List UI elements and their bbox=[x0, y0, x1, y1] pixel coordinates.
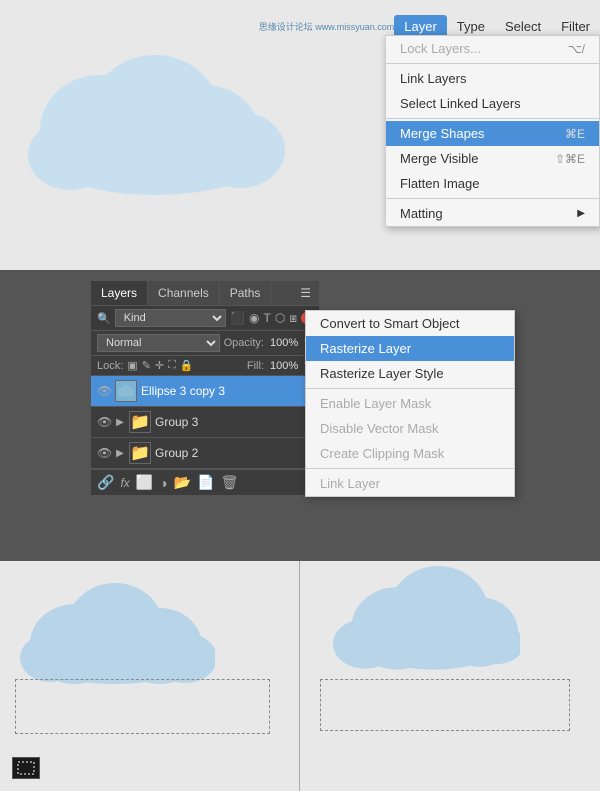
filter-pixel-icon[interactable]: ⬛ bbox=[230, 311, 245, 325]
layer-name-group2: Group 2 bbox=[155, 446, 313, 460]
lock-all-icon[interactable]: 🔒 bbox=[180, 359, 194, 372]
search-icon: 🔍 bbox=[97, 312, 111, 325]
lock-label: Lock: bbox=[97, 360, 123, 372]
menu-select-linked-layers[interactable]: Select Linked Layers bbox=[386, 91, 599, 116]
layers-search-row: 🔍 Kind ⬛ ◉ T ⬡ ⧆ bbox=[91, 306, 319, 331]
menu-lock-layers[interactable]: Lock Layers... ⌥/ bbox=[386, 36, 599, 61]
selection-tool-icon[interactable] bbox=[12, 757, 40, 779]
lock-transparent-icon[interactable]: ▣ bbox=[127, 359, 137, 372]
filter-adjustment-icon[interactable]: ◉ bbox=[249, 311, 259, 325]
layers-panel-menu-icon[interactable]: ☰ bbox=[292, 281, 319, 305]
tab-layers[interactable]: Layers bbox=[91, 281, 148, 305]
layer-name-group3: Group 3 bbox=[155, 415, 313, 429]
layer-visibility-eye-group2[interactable]: 👁 bbox=[97, 446, 111, 460]
fx-icon[interactable]: fx bbox=[120, 476, 129, 490]
tab-paths[interactable]: Paths bbox=[220, 281, 272, 305]
cloud-shape bbox=[20, 30, 290, 203]
folder-icon-group2: 📁 bbox=[130, 443, 150, 463]
mask-icon[interactable]: ⬜ bbox=[136, 474, 153, 491]
menu-divider-2 bbox=[386, 118, 599, 119]
group-icon[interactable]: 📂 bbox=[174, 474, 191, 491]
bottom-right-cloud bbox=[320, 566, 520, 676]
fill-label: Fill: bbox=[247, 360, 264, 372]
bottom-right-panel bbox=[300, 561, 600, 791]
folder-icon-group3: 📁 bbox=[130, 412, 150, 432]
ctx-disable-vector[interactable]: Disable Vector Mask bbox=[306, 416, 514, 441]
opacity-label: Opacity: bbox=[224, 337, 264, 349]
lock-position-icon[interactable]: ✛ bbox=[155, 359, 164, 372]
ctx-create-clipping[interactable]: Create Clipping Mask bbox=[306, 441, 514, 466]
lock-artboard-icon[interactable]: ⛶ bbox=[168, 359, 176, 372]
context-menu: Convert to Smart Object Rasterize Layer … bbox=[305, 310, 515, 497]
layers-panel-bottom: 🔗 fx ⬜ ◑ 📂 📄 🗑 bbox=[91, 469, 319, 495]
layer-row-group2[interactable]: 👁 ▶ 📁 Group 2 bbox=[91, 438, 319, 469]
opacity-value: 100% bbox=[270, 337, 298, 349]
middle-section: Layers Channels Paths ☰ 🔍 Kind ⬛ ◉ T ⬡ ⧆… bbox=[0, 270, 600, 561]
ctx-divider-1 bbox=[306, 388, 514, 389]
filter-shape-icon[interactable]: ⬡ bbox=[275, 311, 285, 325]
layer-expand-group3[interactable]: ▶ bbox=[115, 417, 125, 428]
layer-thumbnail-group2: 📁 bbox=[129, 442, 151, 464]
ctx-convert-smart[interactable]: Convert to Smart Object bbox=[306, 311, 514, 336]
menu-link-layers[interactable]: Link Layers bbox=[386, 66, 599, 91]
ctx-enable-mask[interactable]: Enable Layer Mask bbox=[306, 391, 514, 416]
layer-dropdown-menu: Lock Layers... ⌥/ Link Layers Select Lin… bbox=[385, 35, 600, 227]
layer-visibility-eye-group3[interactable]: 👁 bbox=[97, 415, 111, 429]
layer-name-ellipse3copy3: Ellipse 3 copy 3 bbox=[141, 384, 313, 398]
bottom-section bbox=[0, 561, 600, 791]
layer-visibility-eye[interactable]: 👁 bbox=[97, 384, 111, 398]
layers-panel: Layers Channels Paths ☰ 🔍 Kind ⬛ ◉ T ⬡ ⧆… bbox=[90, 280, 320, 496]
link-icon[interactable]: 🔗 bbox=[97, 474, 114, 491]
ctx-rasterize-style[interactable]: Rasterize Layer Style bbox=[306, 361, 514, 386]
menu-matting[interactable]: Matting ▶ bbox=[386, 201, 599, 226]
ctx-rasterize-layer[interactable]: Rasterize Layer bbox=[306, 336, 514, 361]
bottom-left-panel bbox=[0, 561, 300, 791]
fill-value: 100% bbox=[270, 360, 298, 372]
menu-merge-shapes[interactable]: Merge Shapes ⌘E bbox=[386, 121, 599, 146]
layers-panel-tabs: Layers Channels Paths ☰ bbox=[91, 281, 319, 306]
delete-icon[interactable]: 🗑 bbox=[221, 474, 239, 491]
top-canvas: 思缘设计论坛 www.missyuan.com Layer Type Selec… bbox=[0, 0, 600, 270]
adjustment-icon[interactable]: ◑ bbox=[159, 475, 167, 491]
ctx-link-layer[interactable]: Link Layer bbox=[306, 471, 514, 496]
bottom-left-cloud bbox=[15, 576, 215, 686]
layer-thumbnail-ellipse bbox=[115, 380, 137, 402]
layer-expand-group2[interactable]: ▶ bbox=[115, 448, 125, 459]
ctx-divider-2 bbox=[306, 468, 514, 469]
layer-thumbnail-group3: 📁 bbox=[129, 411, 151, 433]
filter-text-icon[interactable]: T bbox=[264, 311, 271, 325]
layer-row-ellipse3copy3[interactable]: 👁 Ellipse 3 copy 3 bbox=[91, 376, 319, 407]
menu-flatten-image[interactable]: Flatten Image bbox=[386, 171, 599, 196]
layer-row-group3[interactable]: 👁 ▶ 📁 Group 3 bbox=[91, 407, 319, 438]
selection-box bbox=[15, 679, 270, 734]
filter-icons: ⬛ ◉ T ⬡ ⧆ bbox=[230, 311, 313, 326]
menu-divider-1 bbox=[386, 63, 599, 64]
selection-box-right bbox=[320, 679, 570, 731]
layers-kind-select[interactable]: Kind bbox=[115, 309, 226, 327]
menu-merge-visible[interactable]: Merge Visible ⇧⌘E bbox=[386, 146, 599, 171]
new-layer-icon[interactable]: 📄 bbox=[197, 474, 214, 491]
layers-mode-row: Normal Opacity: 100% ▼ bbox=[91, 331, 319, 356]
blend-mode-select[interactable]: Normal bbox=[97, 334, 220, 352]
watermark: 思缘设计论坛 www.missyuan.com bbox=[259, 20, 395, 33]
layers-lock-row: Lock: ▣ ✎ ✛ ⛶ 🔒 Fill: 100% ▼ bbox=[91, 356, 319, 376]
menu-divider-3 bbox=[386, 198, 599, 199]
lock-icons-group: ▣ ✎ ✛ ⛶ 🔒 bbox=[127, 359, 193, 372]
lock-image-icon[interactable]: ✎ bbox=[142, 359, 151, 372]
tab-channels[interactable]: Channels bbox=[148, 281, 220, 305]
filter-smart-icon[interactable]: ⧆ bbox=[289, 311, 297, 326]
